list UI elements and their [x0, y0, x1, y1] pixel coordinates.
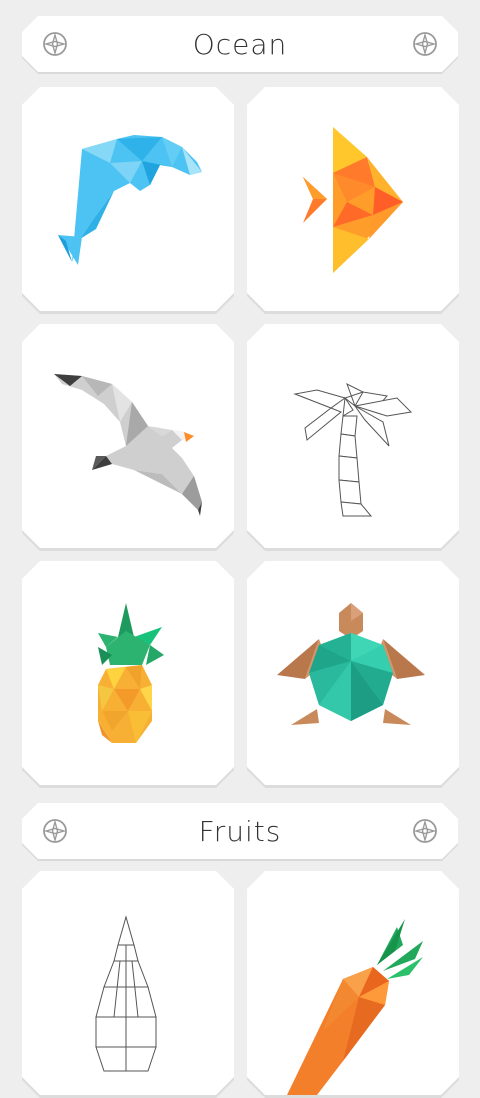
- pineapple-icon: [22, 561, 234, 785]
- section-header-fruits[interactable]: Fruits: [22, 803, 458, 859]
- compass-icon: [42, 31, 68, 57]
- pear-icon: [22, 871, 234, 1095]
- picture-card-pineapple[interactable]: [22, 561, 234, 785]
- turtle-icon: [247, 561, 459, 785]
- picture-card-pear[interactable]: [22, 871, 234, 1095]
- picture-card-seagull[interactable]: [22, 324, 234, 548]
- compass-icon: [42, 818, 68, 844]
- picture-card-fish[interactable]: [247, 87, 459, 311]
- picture-card-palm-tree[interactable]: [247, 324, 459, 548]
- section-header-ocean[interactable]: Ocean: [22, 16, 458, 72]
- picture-card-carrot[interactable]: [247, 871, 459, 1095]
- dolphin-icon: [22, 87, 234, 311]
- picture-card-dolphin[interactable]: [22, 87, 234, 311]
- palm-tree-icon: [247, 324, 459, 548]
- picture-card-turtle[interactable]: [247, 561, 459, 785]
- fish-icon: [247, 87, 459, 311]
- compass-icon: [412, 31, 438, 57]
- section-title: Fruits: [198, 814, 282, 848]
- seagull-icon: [22, 324, 234, 548]
- section-title: Ocean: [192, 27, 288, 61]
- carrot-icon: [247, 871, 459, 1095]
- compass-icon: [412, 818, 438, 844]
